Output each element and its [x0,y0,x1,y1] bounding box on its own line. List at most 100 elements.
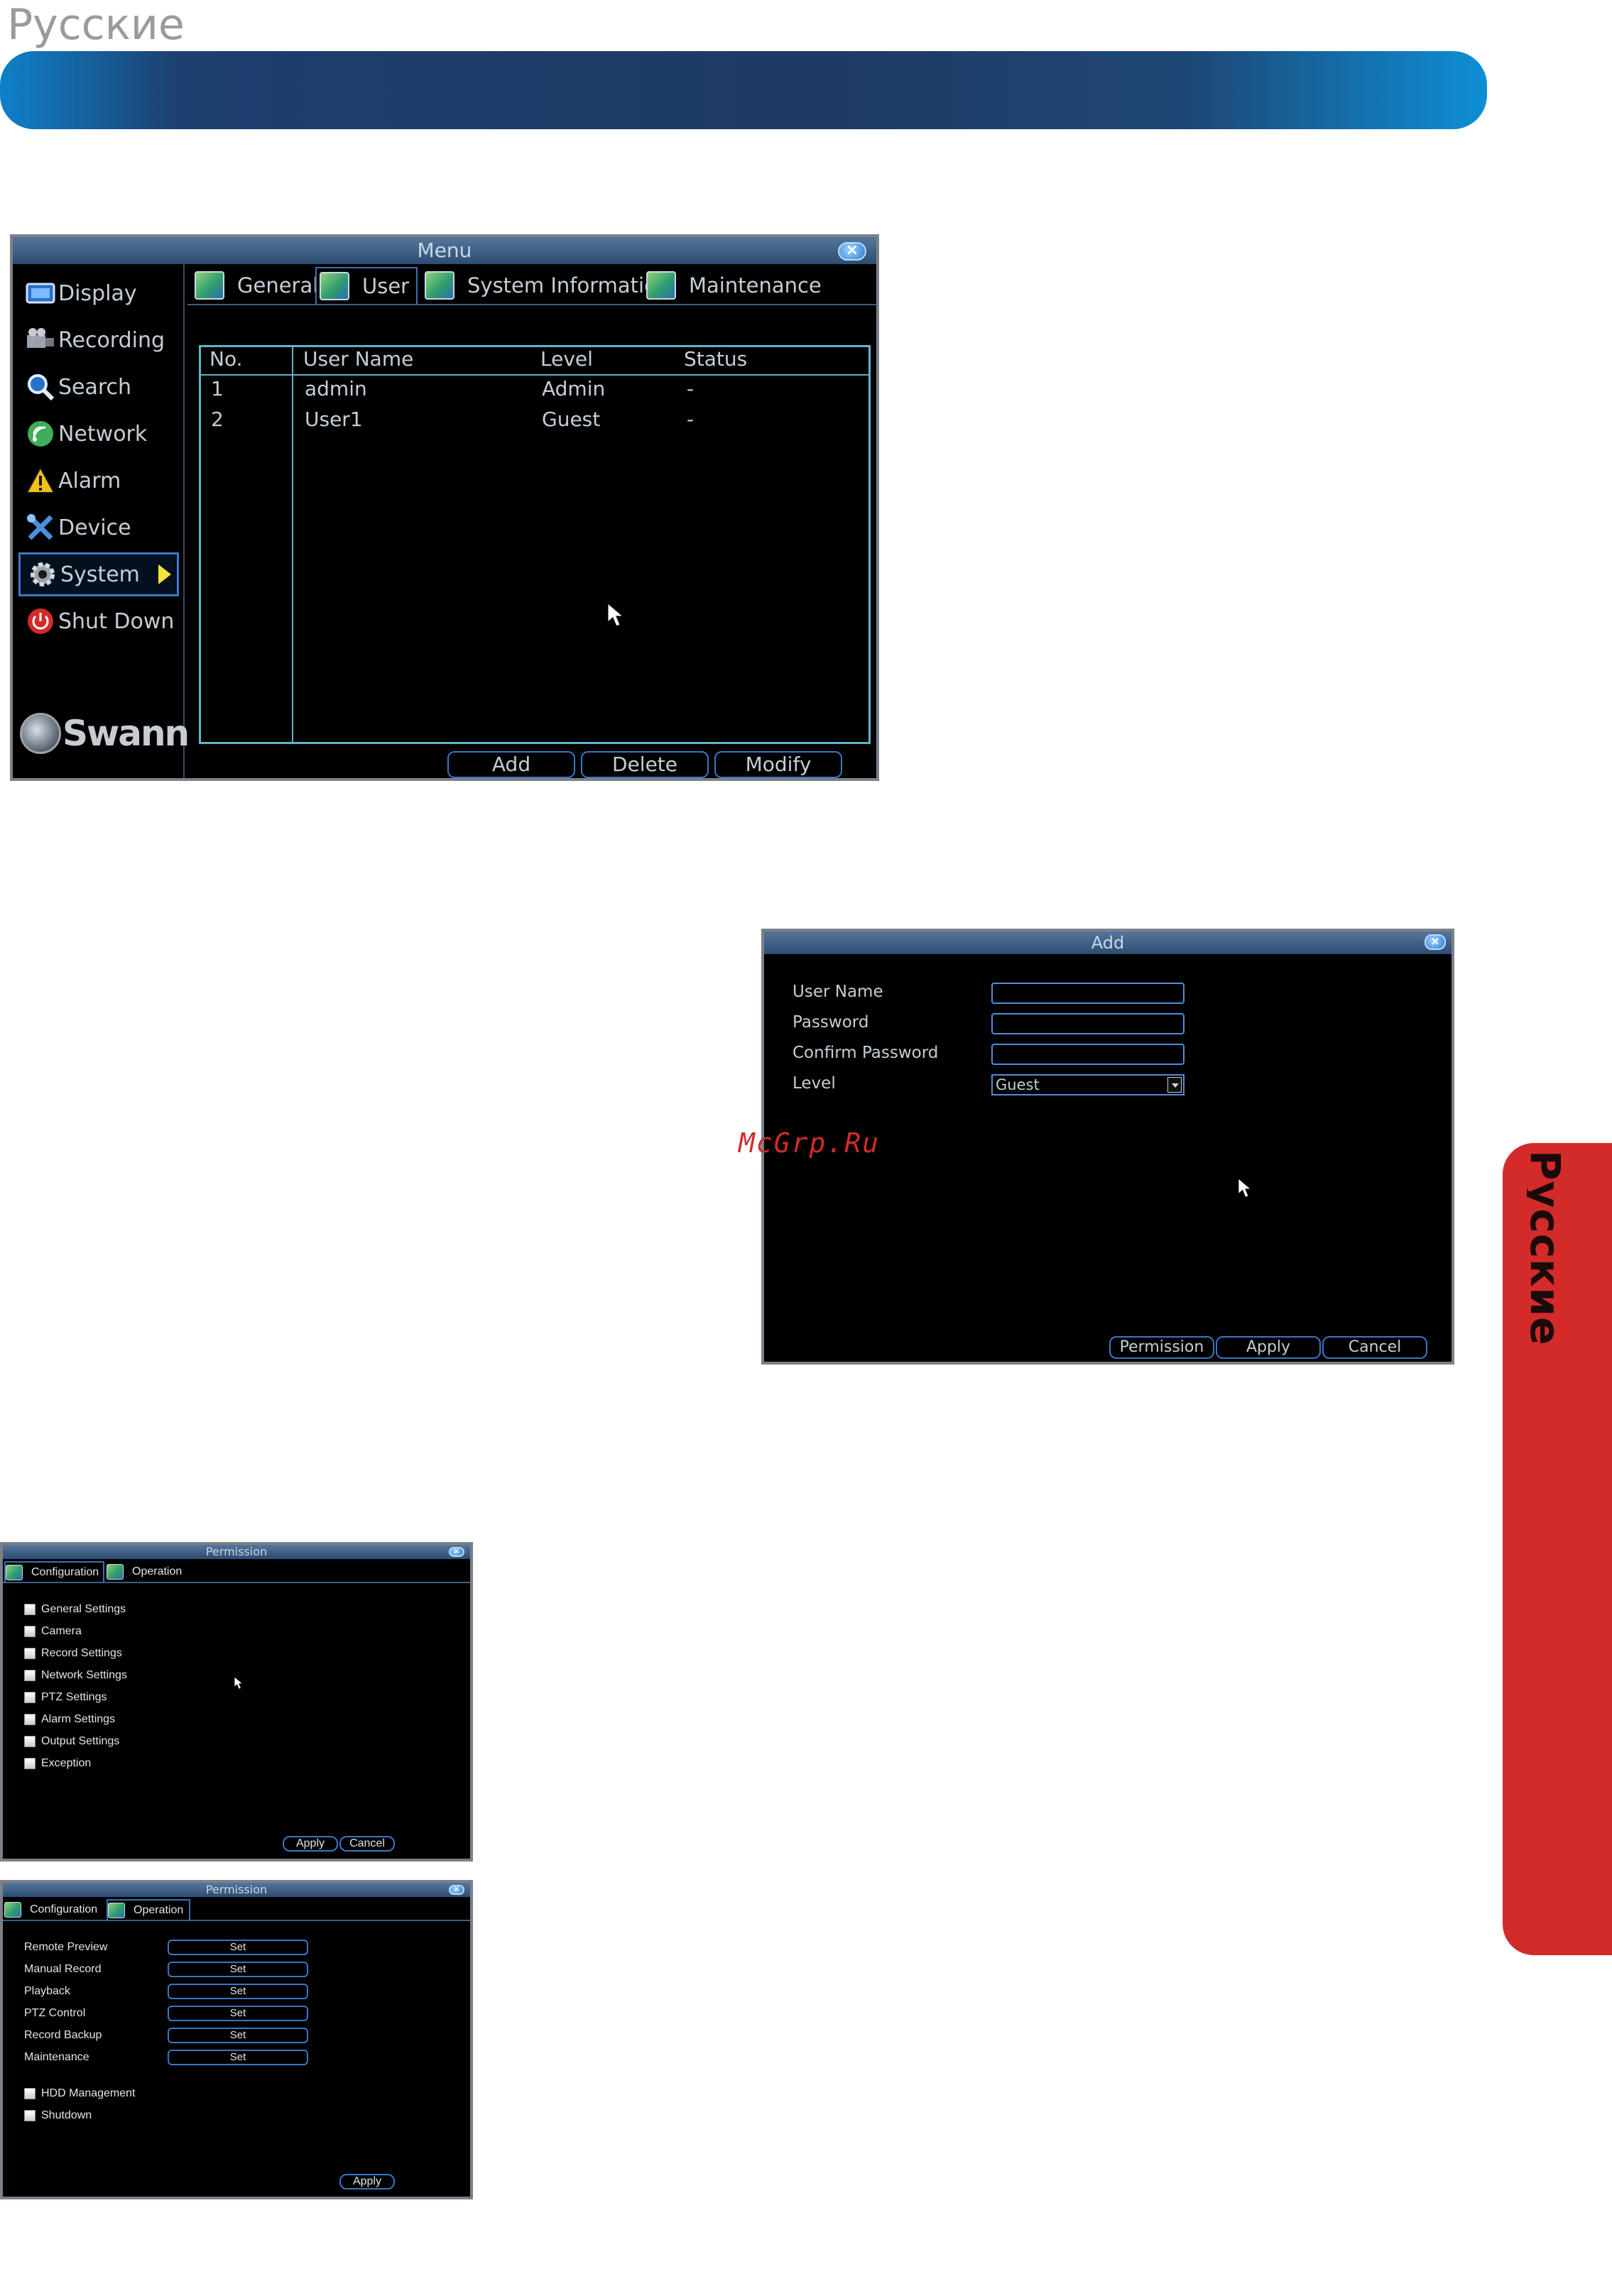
checkbox[interactable] [24,1692,36,1703]
record-backup-set-button[interactable]: Set [168,2028,308,2043]
checkbox[interactable] [24,1626,36,1637]
window-title: Menu [13,237,876,264]
password-label: Password [793,1013,869,1032]
cell-level: Guest [542,408,601,431]
language-side-tab-label: Русские [1527,1150,1569,1346]
sidebar-item-shutdown[interactable]: Shut Down [18,599,179,643]
checkbox[interactable] [24,2110,36,2121]
checkbox-hdd-management[interactable]: HDD Management [24,2087,136,2100]
cancel-button[interactable]: Cancel [339,1836,395,1852]
remote-preview-set-button[interactable]: Set [168,1940,308,1955]
checkbox-label: Network Settings [41,1669,127,1681]
header-banner [0,51,1487,129]
system-information-tab-icon [425,271,454,300]
checkbox-ptz-settings[interactable]: PTZ Settings [24,1691,107,1704]
maintenance-set-button[interactable]: Set [168,2050,308,2065]
checkbox[interactable] [24,2088,36,2099]
checkbox-camera[interactable]: Camera [24,1625,82,1638]
window-title: Permission [3,1545,470,1559]
checkbox[interactable] [24,1758,36,1769]
tab-label: User [362,274,410,298]
language-side-tab-label-wrap: Русские [1527,1150,1569,1948]
chevron-down-icon[interactable] [1167,1077,1182,1093]
checkbox-label: General Settings [41,1603,126,1615]
checkbox-label: Camera [41,1625,82,1637]
tab-label: Configuration [30,1903,98,1915]
checkbox-output-settings[interactable]: Output Settings [24,1735,119,1748]
cell-user-name: User1 [305,408,363,431]
cancel-button[interactable]: Cancel [1322,1336,1427,1359]
checkbox-general-settings[interactable]: General Settings [24,1603,126,1616]
tab-configuration[interactable]: Configuration [4,1899,97,1920]
checkbox-alarm-settings[interactable]: Alarm Settings [24,1713,115,1726]
ptz-control-set-button[interactable]: Set [168,2006,308,2021]
sidebar-item-system[interactable]: System [18,552,179,596]
sidebar-item-display[interactable]: Display [18,271,179,315]
sidebar-item-label: Device [58,515,131,540]
tab-system-information[interactable]: System Information [425,267,670,304]
user-name-label: User Name [793,983,883,1001]
sidebar-item-network[interactable]: Network [18,412,179,456]
general-tab-icon [195,271,224,300]
operation-tab-icon [107,1564,124,1580]
close-icon[interactable]: × [838,242,866,261]
recording-icon [26,325,55,355]
delete-button[interactable]: Delete [581,751,709,778]
checkbox-label: HDD Management [41,2087,136,2099]
close-icon[interactable]: × [449,1547,464,1557]
tab-user[interactable]: User [315,267,418,304]
checkbox-record-settings[interactable]: Record Settings [24,1647,122,1660]
checkbox[interactable] [24,1670,36,1681]
mouse-cursor-icon [234,1676,244,1693]
sidebar-item-alarm[interactable]: Alarm [18,459,179,503]
maintenance-tab-icon [646,271,676,300]
tab-operation[interactable]: Operation [107,1561,182,1582]
checkbox-network-settings[interactable]: Network Settings [24,1669,127,1682]
tab-bar: Configuration Operation [3,1559,470,1583]
sidebar-item-device[interactable]: Device [18,505,179,550]
checkbox[interactable] [24,1714,36,1725]
close-icon[interactable]: × [449,1885,464,1895]
sidebar-item-label: Search [58,374,132,400]
sidebar-item-recording[interactable]: Recording [18,318,179,362]
confirm-password-field[interactable] [991,1044,1185,1065]
sidebar-item-label: Recording [58,327,165,353]
checkbox[interactable] [24,1604,36,1615]
user-name-field[interactable] [991,983,1185,1004]
manual-record-set-button[interactable]: Set [168,1962,308,1977]
maintenance-label: Maintenance [24,2051,89,2063]
configuration-tab-icon [4,1902,21,1918]
level-select-value: Guest [996,1076,1040,1093]
checkbox[interactable] [24,1736,36,1747]
sidebar-item-search[interactable]: Search [18,365,179,409]
swann-logo-text: Swann [62,713,190,754]
tab-maintenance[interactable]: Maintenance [646,267,822,304]
window-title: Add [764,931,1452,954]
mouse-cursor-icon [607,602,624,630]
tab-operation[interactable]: Operation [107,1899,191,1920]
checkbox-label: Record Settings [41,1647,122,1659]
password-field[interactable] [991,1013,1185,1034]
tab-configuration[interactable]: Configuration [4,1561,105,1582]
cell-no: 1 [211,377,224,400]
cell-status: - [687,377,695,400]
add-button[interactable]: Add [447,751,575,778]
checkbox[interactable] [24,1648,36,1659]
cell-user-name: admin [305,377,367,400]
checkbox-exception[interactable]: Exception [24,1757,91,1770]
cell-level: Admin [542,377,606,400]
cell-no: 2 [211,408,224,431]
permission-button[interactable]: Permission [1109,1336,1214,1359]
permission-operation-window: Permission × Configuration Operation Rem… [0,1880,473,2199]
close-icon[interactable]: × [1425,934,1446,950]
checkbox-shutdown[interactable]: Shutdown [24,2109,92,2122]
level-label: Level [793,1074,836,1093]
apply-button[interactable]: Apply [1216,1336,1321,1359]
apply-button[interactable]: Apply [339,2174,395,2190]
apply-button[interactable]: Apply [283,1836,338,1852]
level-select[interactable]: Guest [991,1074,1185,1095]
power-icon [26,606,55,636]
modify-button[interactable]: Modify [714,751,842,778]
playback-set-button[interactable]: Set [168,1984,308,1999]
tab-general[interactable]: General [195,267,318,304]
